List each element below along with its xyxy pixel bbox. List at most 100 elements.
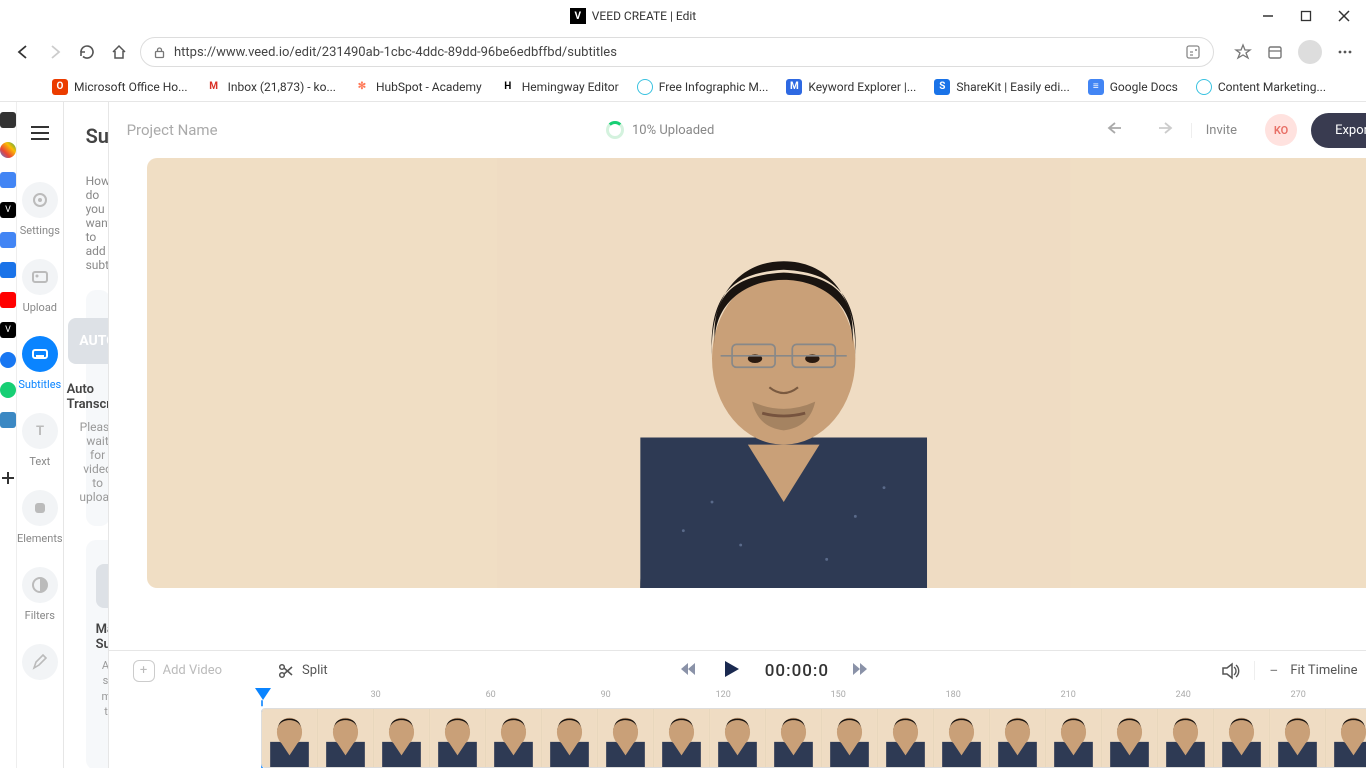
timeline-clip[interactable] [261,708,1366,768]
timeline-thumbnail [1158,709,1214,767]
favorite-icon[interactable] [1234,43,1252,61]
tool-subtitles[interactable]: Subtitles [18,336,61,391]
video-preview[interactable] [147,158,1366,588]
window-maximize-button[interactable] [1296,6,1316,26]
more-icon[interactable] [1336,43,1354,61]
tool-text[interactable]: T Text [22,413,58,468]
elements-icon [31,499,49,517]
lock-icon [153,46,166,59]
bookmark-item[interactable]: SShareKit | Easily edi... [934,79,1069,95]
project-name-field[interactable]: Project Name [127,121,218,139]
bookmark-item[interactable]: ✻HubSpot - Academy [354,79,482,95]
fastforward-button[interactable] [851,660,869,682]
timeline-toolbar: + Add Video Split 00:00:0 − Fit Timeline… [109,650,1366,690]
bookmarks-bar: OMicrosoft Office Ho... MInbox (21,873) … [0,72,1366,102]
timeline-thumbnail [1046,709,1102,767]
user-avatar[interactable]: KO [1265,114,1297,146]
sidebar-shortcut[interactable] [0,142,16,158]
window-title: VEED CREATE | Edit [592,9,696,23]
bookmark-item[interactable]: OMicrosoft Office Ho... [52,79,188,95]
undo-button[interactable] [1103,116,1133,144]
timeline-thumbnail [766,709,822,767]
volume-icon[interactable] [1220,662,1240,680]
timeline-thumbnail [430,709,486,767]
sidebar-shortcut[interactable] [0,382,16,398]
card-title: Manual Subtitles [96,622,109,652]
tool-upload[interactable]: Upload [22,259,58,314]
sidebar-shortcut[interactable] [0,112,16,128]
plus-icon: + [133,660,155,682]
fit-timeline-button[interactable]: Fit Timeline [1290,663,1357,678]
timeline-thumbnail [374,709,430,767]
timeline-thumbnail [1102,709,1158,767]
menu-button[interactable] [31,126,49,140]
timecode: 00:00:0 [765,661,829,681]
tool-elements[interactable]: Elements [17,490,63,545]
invite-button[interactable]: Invite [1191,123,1251,138]
timeline-thumbnail [990,709,1046,767]
sidebar-shortcut[interactable] [0,352,16,368]
home-button[interactable] [108,41,130,63]
canvas-area: Project Name 10% Uploaded Invite KO Expo… [109,102,1366,768]
card-desc: Please wait for video to upload [79,420,108,504]
sidebar-shortcut[interactable] [0,412,16,428]
forward-button[interactable] [44,41,66,63]
collections-icon[interactable] [1266,43,1284,61]
timeline-thumbnail [822,709,878,767]
sidebar-shortcut[interactable] [0,232,16,248]
subtitles-icon [31,345,49,363]
timeline-thumbnail [262,709,318,767]
timeline-thumbnail [542,709,598,767]
scissors-icon [278,663,294,679]
filters-icon [31,576,49,594]
back-button[interactable] [12,41,34,63]
sidebar-shortcut[interactable] [0,172,16,188]
redo-button[interactable] [1147,116,1177,144]
rewind-button[interactable] [679,660,697,682]
video-frame-illustration [376,158,1191,588]
bookmark-item[interactable]: HHemingway Editor [500,79,619,95]
add-shortcut-icon[interactable] [0,470,16,486]
app-icon: V [570,8,586,24]
tool-filters[interactable]: Filters [22,567,58,622]
playhead-icon[interactable] [255,688,271,702]
tool-draw[interactable] [22,644,58,680]
timeline-thumbnail [318,709,374,767]
timeline-ruler[interactable]: 30 60 90 120 150 180 210 240 270 [261,690,1366,708]
bookmark-item[interactable]: MKeyword Explorer |... [786,79,916,95]
timeline-thumbnail [934,709,990,767]
upload-status: 10% Uploaded [232,121,1089,139]
window-close-button[interactable] [1334,6,1354,26]
bookmark-item[interactable]: MInbox (21,873) - ko... [206,79,336,95]
sidebar-shortcut[interactable]: V [0,322,16,338]
timeline-thumbnail [878,709,934,767]
reader-icon[interactable] [1185,44,1201,60]
add-video-button[interactable]: + Add Video [133,660,222,682]
manual-subtitles-card[interactable]: SUB| Manual Subtitles Add your subtitles… [86,540,109,768]
spinner-icon [606,121,624,139]
browser-toolbar: https://www.veed.io/edit/231490ab-1cbc-4… [0,32,1366,72]
sidebar-shortcut[interactable]: V [0,202,16,218]
profile-icon[interactable] [1298,40,1322,64]
tool-settings[interactable]: Settings [20,182,60,237]
url-text: https://www.veed.io/edit/231490ab-1cbc-4… [174,45,617,60]
text-icon: T [31,422,49,440]
address-bar[interactable]: https://www.veed.io/edit/231490ab-1cbc-4… [140,37,1214,67]
sidebar-shortcut[interactable] [0,292,16,308]
split-button[interactable]: Split [278,663,328,679]
sidebar-shortcut[interactable] [0,262,16,278]
auto-transcribe-card[interactable]: AUTO Auto Transcribe Please wait for vid… [86,290,109,526]
zoom-out-button[interactable]: − [1269,661,1278,680]
play-button[interactable] [719,657,743,685]
refresh-button[interactable] [76,41,98,63]
upload-icon [31,268,49,286]
export-button[interactable]: Export [1311,113,1366,148]
bookmark-item[interactable]: ≡Google Docs [1088,79,1178,95]
window-titlebar: V VEED CREATE | Edit [0,0,1366,32]
bookmark-item[interactable]: Free Infographic M... [637,79,769,95]
window-minimize-button[interactable] [1258,6,1278,26]
auto-icon: AUTO [68,318,109,364]
sub-icon: SUB| [96,564,109,608]
card-title: Auto Transcribe [67,382,109,412]
bookmark-item[interactable]: Content Marketing... [1196,79,1326,95]
